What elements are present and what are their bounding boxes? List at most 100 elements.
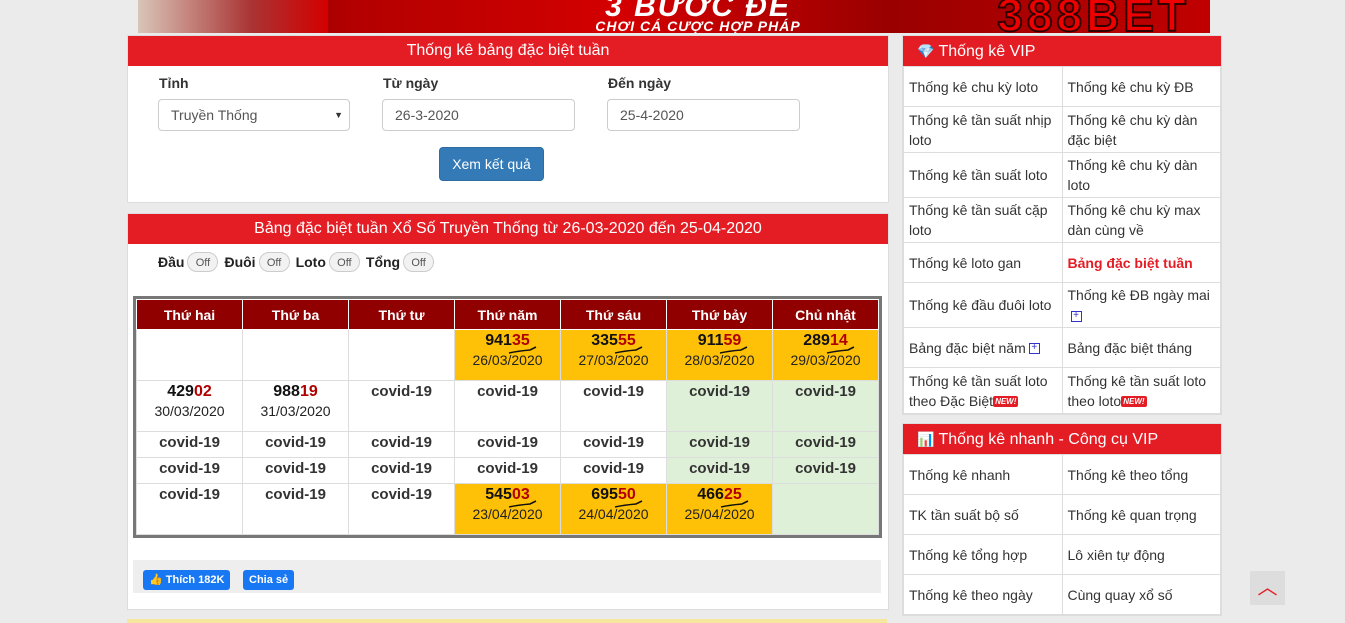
table-row: Thống kê tần suất nhịp loto Thống kê chu …: [903, 106, 1221, 153]
day-cell: covid-19: [348, 430, 455, 458]
vip-link[interactable]: Bảng đặc biệt tháng: [1061, 327, 1221, 368]
toggle-switch[interactable]: Off: [258, 252, 290, 272]
table-row: Thống kê chu kỳ loto Thống kê chu kỳ ĐB: [903, 66, 1221, 107]
thumbs-up-icon: 👍: [149, 574, 163, 586]
banner-brand-logo: 388BET: [996, 0, 1190, 33]
vip-link[interactable]: Bảng đặc biệt năm +: [903, 327, 1063, 368]
day-cell: covid-19: [666, 379, 773, 432]
table-row: Thống kê tần suất cặp loto Thống kê chu k…: [903, 197, 1221, 243]
vip-link-label: Bảng đặc biệt tuần: [1067, 254, 1193, 271]
view-results-button[interactable]: Xem kết quả: [439, 147, 544, 181]
day-cell: covid-19: [242, 430, 349, 458]
day-cell: 94135 26/03/2020: [454, 329, 561, 381]
expand-plus-icon[interactable]: +: [1070, 310, 1082, 322]
day-cell: covid-19: [136, 456, 243, 485]
quick-tool-link[interactable]: Thống kê theo ngày: [903, 574, 1063, 615]
special-number: 91159: [698, 332, 748, 354]
quick-tool-link[interactable]: Lô xiên tự động: [1061, 534, 1221, 575]
toggle-label: Đầu: [158, 254, 185, 270]
number-head: 988: [273, 382, 300, 400]
to-date-input[interactable]: 25-4-2020: [607, 99, 800, 131]
expand-plus-icon[interactable]: +: [1028, 343, 1040, 355]
special-number: 33555: [591, 332, 643, 354]
handwritten-mark-icon: [826, 346, 855, 354]
vip-link[interactable]: Thống kê chu kỳ ĐB: [1061, 66, 1221, 107]
vip-link[interactable]: Bảng đặc biệt tuần: [1061, 242, 1221, 283]
special-number: 69550: [591, 486, 643, 508]
quick-tool-link[interactable]: Thống kê quan trọng: [1061, 494, 1221, 535]
vip-link[interactable]: Thống kê chu kỳ loto: [903, 66, 1063, 107]
day-cell: covid-19: [772, 379, 879, 432]
vip-link[interactable]: Thống kê tần suất nhịp loto: [903, 106, 1063, 153]
vip-link[interactable]: Thống kê tần suất loto: [903, 152, 1063, 198]
day-cell: covid-19: [560, 456, 667, 485]
vip-link[interactable]: Thống kê chu kỳ dàn đặc biệt: [1061, 106, 1221, 153]
vip-link[interactable]: Thống kê tần suất loto theo Đặc Biệt NEW!: [903, 367, 1063, 414]
facebook-share-button[interactable]: Chia sẻ: [243, 570, 295, 590]
table-row: Thống kê loto gan Bảng đặc biệt tuần: [903, 242, 1221, 283]
draw-date: 23/04/2020: [472, 506, 543, 523]
day-cell: 91159 28/03/2020: [666, 329, 773, 381]
vip-link[interactable]: Thống kê tần suất loto theo loto NEW!: [1061, 367, 1221, 414]
cell-note: covid-19: [371, 433, 432, 451]
handwritten-mark-icon: [614, 346, 643, 354]
draw-date: 27/03/2020: [578, 352, 649, 368]
toggle-switch[interactable]: Off: [187, 252, 219, 272]
day-header: Thứ bảy: [666, 299, 773, 330]
cell-note: covid-19: [159, 486, 220, 504]
diamond-icon: 💎: [917, 43, 935, 59]
table-row: Thống kê tần suất loto theo Đặc Biệt NEW!…: [903, 367, 1221, 414]
vip-link[interactable]: Thống kê ĐB ngày mai +: [1061, 282, 1221, 328]
vip-link[interactable]: Thống kê đầu đuôi loto: [903, 282, 1063, 328]
vip-link[interactable]: Thống kê tần suất cặp loto: [903, 197, 1063, 243]
filter-panel: Thống kê bảng đặc biệt tuần Tỉnh Truyền …: [127, 35, 889, 203]
day-header: Thứ sáu: [560, 299, 667, 330]
cell-note: covid-19: [477, 433, 538, 451]
quick-tool-link[interactable]: TK tần suất bộ số: [903, 494, 1063, 535]
vip-link[interactable]: Thống kê chu kỳ max dàn cùng về: [1061, 197, 1221, 243]
vip-link-label: Thống kê chu kỳ ĐB: [1067, 78, 1194, 95]
table-row: covid-19 covid-19 covid-19 54503 23/04/2020 6…: [136, 483, 879, 535]
day-cell: covid-19: [136, 483, 243, 535]
quick-tool-link[interactable]: Thống kê tổng hợp: [903, 534, 1063, 575]
quick-tool-link[interactable]: Thống kê theo tổng: [1061, 454, 1221, 495]
day-header: Thứ năm: [454, 299, 561, 330]
table-row: Thống kê theo ngày Cùng quay xổ số: [903, 574, 1221, 615]
toggle-label: Loto: [295, 254, 326, 270]
cell-note: covid-19: [583, 433, 644, 451]
day-cell: [242, 329, 349, 381]
day-cell: covid-19: [454, 456, 561, 485]
top-ad-banner[interactable]: 3 BƯỚC ĐỀ CHƠI CÁ CƯỢC HỢP PHÁP 388BET: [138, 0, 1210, 33]
toggle-label: Tổng: [365, 254, 401, 270]
day-cell: [136, 329, 243, 381]
vip-link[interactable]: Thống kê loto gan: [903, 242, 1063, 283]
day-cell: covid-19: [454, 430, 561, 458]
day-cell: covid-19: [560, 430, 667, 458]
display-toggles: Đầu Off Đuôi Off Loto Off Tổng Off: [158, 251, 440, 273]
cell-note: covid-19: [265, 433, 326, 451]
facebook-like-button[interactable]: 👍 Thích 182K: [143, 570, 231, 590]
draw-date: 24/04/2020: [578, 506, 649, 523]
cell-note: covid-19: [477, 459, 538, 477]
result-panel-title: Bảng đặc biệt tuần Xổ Số Truyền Thống từ…: [128, 214, 888, 244]
cell-note: covid-19: [689, 382, 750, 400]
banner-text: 3 BƯỚC ĐỀ CHƠI CÁ CƯỢC HỢP PHÁP: [518, 0, 878, 33]
province-label: Tỉnh: [159, 75, 189, 91]
filter-panel-title: Thống kê bảng đặc biệt tuần: [128, 36, 888, 66]
cell-note: covid-19: [689, 459, 750, 477]
draw-date: 31/03/2020: [260, 402, 331, 419]
cell-note: covid-19: [583, 382, 644, 400]
from-date-input[interactable]: 26-3-2020: [382, 99, 575, 131]
handwritten-mark-icon: [720, 346, 748, 354]
quick-tool-link[interactable]: Cùng quay xổ số: [1061, 574, 1221, 615]
cell-note: covid-19: [689, 433, 750, 451]
day-cell: covid-19: [348, 483, 455, 535]
cell-note: covid-19: [371, 382, 432, 400]
banner-slogan: CHƠI CÁ CƯỢC HỢP PHÁP: [595, 18, 801, 33]
vip-link[interactable]: Thống kê chu kỳ dàn loto: [1061, 152, 1221, 198]
toggle-switch[interactable]: Off: [403, 252, 435, 272]
scroll-to-top-button[interactable]: ︿: [1250, 571, 1285, 605]
quick-tool-link[interactable]: Thống kê nhanh: [903, 454, 1063, 495]
toggle-switch[interactable]: Off: [328, 252, 360, 272]
province-select[interactable]: Truyền Thống ▼: [158, 99, 350, 131]
